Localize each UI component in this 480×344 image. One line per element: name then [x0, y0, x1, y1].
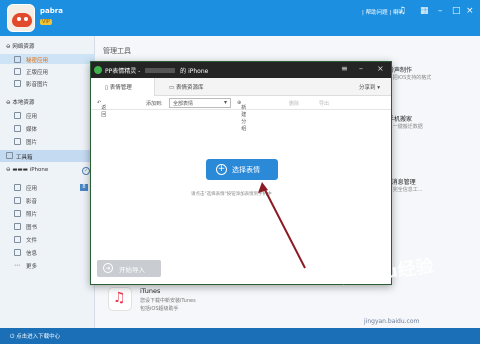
annotation-arrow: [258, 182, 306, 269]
watermark-url: jingyan.baidu.com: [364, 318, 420, 325]
download-center-label: 点击进入下载中心: [16, 334, 61, 340]
bottom-bar: ⏻ 点击进入下载中心: [0, 328, 480, 344]
arrow-shaft: [263, 187, 306, 269]
download-center-link[interactable]: ⏻ 点击进入下载中心: [10, 332, 60, 341]
